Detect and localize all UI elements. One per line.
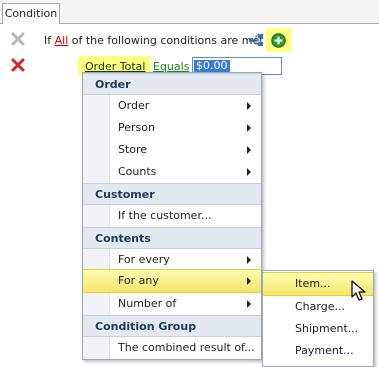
menu-item-label: Person: [118, 121, 155, 134]
submenu-arrow-icon: [247, 168, 251, 176]
submenu-arrow-icon: [247, 277, 251, 285]
tab-condition[interactable]: Condition: [2, 3, 60, 24]
add-condition-icon[interactable]: [271, 33, 286, 48]
menu-section-customer: Customer: [83, 183, 261, 205]
value-input-text[interactable]: $0.00: [194, 60, 230, 72]
mouse-cursor-icon: [351, 280, 366, 301]
menu-section-order: Order: [83, 73, 261, 95]
submenu-arrow-icon: [247, 102, 251, 110]
quantifier-link[interactable]: All: [55, 34, 69, 47]
menu-item-label: If the customer...: [118, 209, 212, 222]
submenu-arrow-icon: [247, 124, 251, 132]
submenu-arrow-icon: [247, 146, 251, 154]
menu-item-label: For any: [118, 274, 159, 287]
group-structure-icon[interactable]: [248, 33, 264, 47]
menu-item-label: Counts: [118, 165, 157, 178]
tab-strip: Condition: [0, 0, 379, 24]
menu-item-store[interactable]: Store: [83, 139, 261, 161]
menu-item-person[interactable]: Person: [83, 117, 261, 139]
menu-section-condition-group: Condition Group: [83, 315, 261, 337]
menu-item-if-the-customer[interactable]: If the customer...: [83, 205, 261, 227]
menu-item-combined-result[interactable]: The combined result of...: [83, 337, 261, 359]
header-suffix: of the following conditions are met: [71, 34, 264, 47]
menu-item-order[interactable]: Order: [83, 95, 261, 117]
menu-item-label: The combined result of...: [118, 341, 255, 354]
submenu-item-payment[interactable]: Payment...: [263, 340, 373, 362]
field-context-menu: Order Order Person Store Counts Customer…: [82, 72, 262, 360]
header-condition-text: If All of the following conditions are m…: [44, 34, 264, 47]
menu-item-label: For every: [118, 253, 170, 266]
menu-item-label: Store: [118, 143, 148, 156]
menu-item-for-any[interactable]: For any: [83, 269, 261, 293]
delete-condition-icon[interactable]: [11, 58, 25, 72]
delete-disabled-icon: [11, 32, 25, 46]
menu-item-counts[interactable]: Counts: [83, 161, 261, 183]
submenu-arrow-icon: [247, 300, 251, 308]
header-prefix: If: [44, 34, 52, 47]
submenu-item-shipment[interactable]: Shipment...: [263, 318, 373, 340]
menu-item-number-of[interactable]: Number of: [83, 293, 261, 315]
menu-section-contents: Contents: [83, 227, 261, 249]
submenu-arrow-icon: [247, 256, 251, 264]
tab-divider-gap: [3, 23, 59, 24]
menu-item-label: Number of: [118, 297, 177, 310]
menu-item-label: Order: [118, 99, 150, 112]
menu-item-for-every[interactable]: For every: [83, 249, 261, 271]
